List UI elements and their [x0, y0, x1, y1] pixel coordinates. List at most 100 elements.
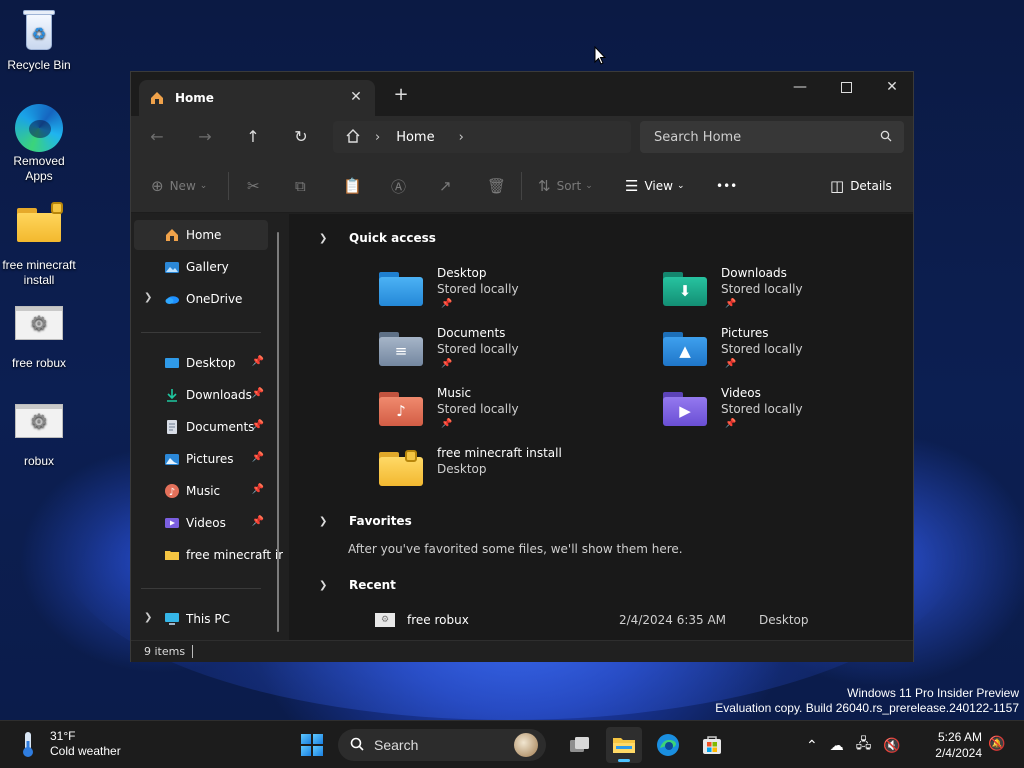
forward-button[interactable]: → — [191, 124, 219, 150]
minimize-button[interactable]: — — [777, 72, 823, 102]
network-icon[interactable]: 🖧 — [856, 733, 872, 757]
copy-button[interactable]: ⧉ — [295, 174, 312, 198]
settings-file-icon: ⚙ — [14, 306, 64, 352]
weather-widget[interactable]: 31°F Cold weather — [16, 729, 121, 759]
sort-button[interactable]: ⇅ Sort ⌄ — [538, 174, 593, 198]
cut-button[interactable]: ✂ — [247, 174, 266, 198]
scissors-icon: ✂ — [247, 177, 260, 195]
recent-row[interactable]: ⚙ free robux 2/4/2024 6:35 AM Desktop — [375, 611, 895, 631]
more-options-button[interactable]: ••• — [716, 174, 737, 198]
pin-icon: 📌 — [725, 299, 737, 309]
edge-icon — [657, 734, 679, 756]
nav-item-downloads[interactable]: Downloads 📌 — [134, 380, 268, 410]
search-input[interactable]: Search Home — [640, 121, 904, 153]
onedrive-offline-icon[interactable]: ☁ — [830, 737, 844, 754]
quick-access-documents[interactable]: ≡ Documents Stored locally 📌 — [379, 326, 619, 382]
nav-item-videos[interactable]: Videos 📌 — [134, 508, 268, 538]
nav-pane-scrollbar[interactable] — [277, 232, 279, 632]
desktop-icon-free-minecraft-install[interactable]: free minecraft install — [0, 202, 78, 288]
nav-item-label: Documents — [186, 420, 255, 434]
rename-icon: Ⓐ — [391, 177, 407, 196]
sort-label: Sort — [556, 179, 582, 193]
new-button[interactable]: ⊕ New ⌄ — [151, 174, 207, 198]
quick-access-videos[interactable]: ▶ Videos Stored locally 📌 — [663, 386, 903, 442]
up-button[interactable]: ↑ — [239, 124, 267, 150]
nav-item-music[interactable]: ♪ Music 📌 — [134, 476, 268, 506]
pin-icon: 📌 — [441, 419, 453, 429]
file-explorer-window: Home ✕ + — ✕ ← → ↑ ↻ › Home › Search Hom… — [130, 71, 914, 662]
recycle-bin-icon: ♻ — [14, 8, 64, 54]
paste-button[interactable]: 📋 — [343, 174, 368, 198]
address-bar[interactable]: › Home › — [333, 121, 631, 153]
folder-icon — [164, 547, 182, 563]
system-tray: ⌃ ☁ 🖧 🔇 — [806, 733, 901, 757]
taskbar-file-explorer[interactable] — [606, 727, 642, 763]
windows-logo-icon — [301, 734, 323, 756]
breadcrumb-home[interactable]: Home — [396, 130, 434, 145]
start-button[interactable] — [294, 727, 330, 763]
chevron-right-icon[interactable]: ❯ — [144, 292, 152, 303]
share-button[interactable]: ↗ — [439, 174, 458, 198]
nav-item-desktop[interactable]: Desktop 📌 — [134, 348, 268, 378]
section-recent[interactable]: ❯ Recent — [319, 578, 396, 592]
taskbar-search-box[interactable]: Search — [338, 729, 546, 761]
chevron-right-icon[interactable]: › — [459, 130, 464, 145]
clock[interactable]: 5:26 AM 2/4/2024 — [930, 729, 982, 761]
desktop-icon-robux[interactable]: ⚙ robux — [0, 398, 78, 469]
nav-item-onedrive[interactable]: ❯ OneDrive — [134, 284, 268, 314]
refresh-button[interactable]: ↻ — [287, 124, 315, 150]
section-favorites[interactable]: ❯ Favorites — [319, 514, 412, 528]
nav-item-gallery[interactable]: Gallery — [134, 252, 268, 282]
chevron-up-icon[interactable]: ⌃ — [806, 737, 818, 754]
pin-icon: 📌 — [251, 356, 264, 367]
section-quick-access[interactable]: ❯ Quick access — [319, 231, 436, 245]
rename-button[interactable]: Ⓐ — [391, 174, 412, 198]
quick-access-music[interactable]: ♪ Music Stored locally 📌 — [379, 386, 619, 442]
documents-folder-icon: ≡ — [379, 332, 423, 366]
item-name: Pictures — [721, 326, 769, 340]
delete-button[interactable]: 🗑 — [487, 174, 512, 198]
quick-access-free-minecraft-install[interactable]: free minecraft install Desktop — [379, 446, 619, 502]
trash-icon: 🗑 — [487, 177, 507, 195]
taskbar-store[interactable] — [694, 727, 730, 763]
nav-item-pictures[interactable]: Pictures 📌 — [134, 444, 268, 474]
content-pane: ❯ Quick access Desktop Stored locally 📌 … — [289, 214, 913, 640]
nav-item-this-pc[interactable]: ❯ This PC — [134, 604, 268, 634]
nav-item-home[interactable]: Home — [134, 220, 268, 250]
nav-item-label: Videos — [186, 516, 226, 530]
volume-muted-icon[interactable]: 🔇 — [883, 737, 900, 754]
quick-access-pictures[interactable]: ▲ Pictures Stored locally 📌 — [663, 326, 903, 382]
chevron-right-icon[interactable]: ❯ — [144, 612, 152, 623]
close-window-button[interactable]: ✕ — [869, 72, 915, 102]
tab-home[interactable]: Home ✕ — [139, 80, 375, 116]
desktop-icon-removed-apps[interactable]: Removed Apps — [0, 104, 78, 184]
task-view-button[interactable] — [562, 727, 598, 763]
notification-bell-icon[interactable]: 🔕 — [988, 735, 1005, 752]
taskbar-edge[interactable] — [650, 727, 686, 763]
view-button[interactable]: ☰ View ⌄ — [625, 174, 684, 198]
nav-item-documents[interactable]: Documents 📌 — [134, 412, 268, 442]
download-icon — [164, 387, 182, 403]
desktop-icon-free-robux[interactable]: ⚙ free robux — [0, 300, 78, 371]
weather-description: Cold weather — [50, 744, 121, 758]
home-icon — [149, 90, 165, 106]
details-button[interactable]: ◫ Details — [830, 174, 892, 198]
close-tab-icon[interactable]: ✕ — [347, 88, 365, 106]
nav-item-label: Home — [186, 228, 222, 242]
nav-item-free-minecraft-install[interactable]: free minecraft ir — [134, 540, 289, 570]
quick-access-downloads[interactable]: ⬇ Downloads Stored locally 📌 — [663, 266, 903, 322]
back-button[interactable]: ← — [143, 124, 171, 150]
desktop-icon-recycle-bin[interactable]: ♻ Recycle Bin — [0, 8, 78, 73]
details-pane-icon: ◫ — [830, 177, 845, 195]
chevron-right-icon: › — [375, 129, 381, 145]
section-title: Quick access — [349, 231, 436, 245]
chevron-down-icon: ❯ — [319, 579, 328, 591]
maximize-button[interactable] — [823, 72, 869, 102]
new-tab-button[interactable]: + — [389, 84, 413, 108]
home-icon — [164, 227, 182, 243]
share-icon: ↗ — [439, 177, 452, 195]
quick-access-desktop[interactable]: Desktop Stored locally 📌 — [379, 266, 619, 322]
gallery-icon — [164, 259, 182, 275]
videos-folder-icon: ▶ — [663, 392, 707, 426]
task-view-icon — [570, 737, 589, 752]
